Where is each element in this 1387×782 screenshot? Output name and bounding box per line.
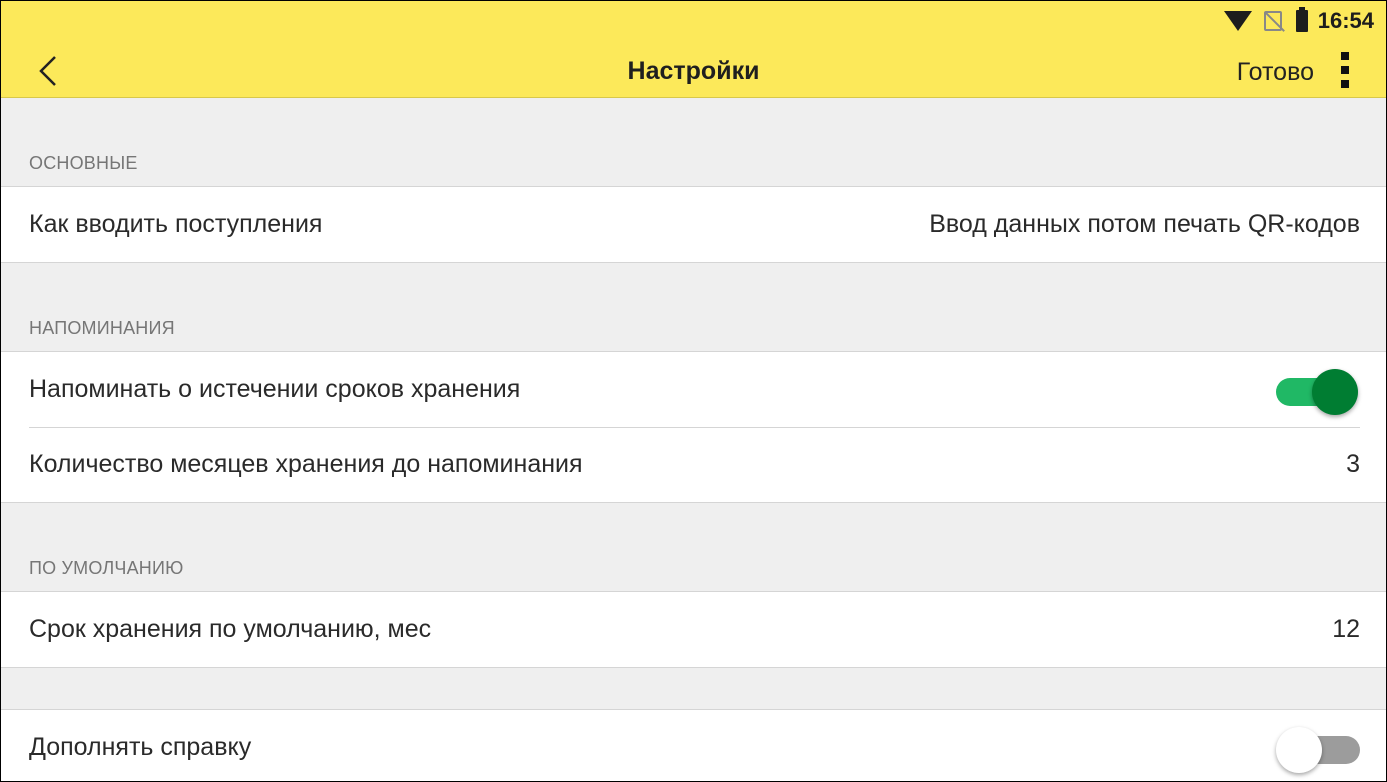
section-header-defaults: По умолчанию <box>1 503 1386 592</box>
section-extra: Дополнять справку <box>1 710 1386 781</box>
more-menu-button[interactable] <box>1340 52 1350 90</box>
setting-extend-help: Дополнять справку <box>1 710 1386 781</box>
page-title: Настройки <box>627 57 760 85</box>
section-spacer <box>1 668 1386 710</box>
expiry-reminder-toggle[interactable] <box>1276 367 1360 415</box>
setting-label: Количество месяцев хранения до напоминан… <box>29 450 583 478</box>
setting-expiry-reminder: Напоминать о истечении сроков хранения <box>1 352 1386 427</box>
section-title: Напоминания <box>29 318 175 338</box>
setting-input-mode[interactable]: Как вводить поступления Ввод данных пото… <box>1 187 1386 262</box>
setting-label: Дополнять справку <box>29 733 252 761</box>
section-header-reminders: Напоминания <box>1 263 1386 352</box>
section-main: Как вводить поступления Ввод данных пото… <box>1 187 1386 263</box>
no-sim-icon <box>1263 11 1282 31</box>
section-title: По умолчанию <box>29 558 184 578</box>
section-title: Основные <box>29 153 138 173</box>
setting-label: Срок хранения по умолчанию, мес <box>29 615 432 643</box>
setting-value: Ввод данных потом печать QR-кодов <box>929 210 1360 238</box>
section-defaults: Срок хранения по умолчанию, мес 12 <box>1 592 1386 668</box>
setting-value: 3 <box>1346 450 1360 478</box>
section-header-main: Основные <box>1 98 1386 187</box>
setting-reminder-months[interactable]: Количество месяцев хранения до напоминан… <box>1 427 1386 502</box>
setting-value: 12 <box>1332 615 1360 643</box>
settings-list: Основные Как вводить поступления Ввод да… <box>1 98 1386 781</box>
app-bar: 16:54 Настройки Готово <box>1 1 1386 98</box>
status-bar: 16:54 <box>1223 1 1386 41</box>
toggle-thumb <box>1276 726 1322 773</box>
wifi-icon <box>1223 11 1252 31</box>
screen: 16:54 Настройки Готово Основные Как ввод… <box>0 0 1387 782</box>
battery-icon <box>1295 7 1308 32</box>
setting-default-storage-months[interactable]: Срок хранения по умолчанию, мес 12 <box>1 592 1386 667</box>
section-reminders: Напоминать о истечении сроков хранения К… <box>1 352 1386 503</box>
extend-help-toggle[interactable] <box>1276 725 1360 773</box>
status-time: 16:54 <box>1317 8 1374 33</box>
done-button[interactable]: Готово <box>1237 58 1314 87</box>
more-vertical-icon <box>1340 52 1350 88</box>
setting-label: Напоминать о истечении сроков хранения <box>29 375 521 403</box>
setting-label: Как вводить поступления <box>29 210 323 238</box>
toggle-thumb <box>1312 368 1358 415</box>
